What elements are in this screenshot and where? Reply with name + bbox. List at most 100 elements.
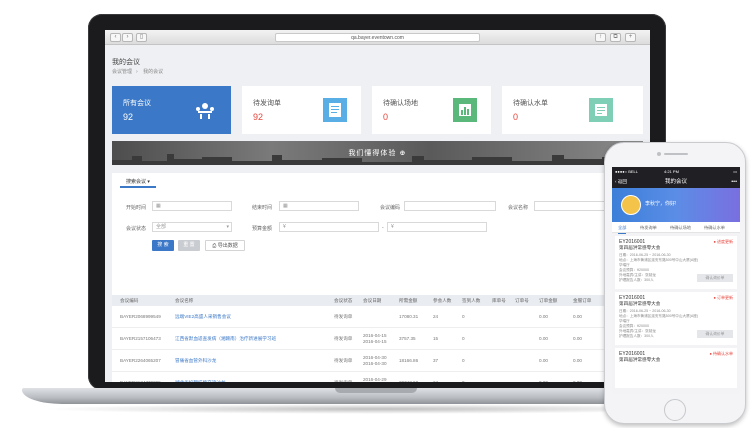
banner-slogan: 我们懂得体验 ⊕ xyxy=(348,149,407,157)
card-name: 第四届洪常感零大会 xyxy=(619,357,661,362)
start-time-input[interactable]: ▦ xyxy=(152,201,232,211)
cell-finance-order: 0.00 xyxy=(573,372,582,382)
cell-code: BAYER2264065207 xyxy=(120,358,161,363)
status-select[interactable]: 全部 ▾ xyxy=(152,222,232,232)
cell-name-link[interactable]: 湖北省护理技能交流沙龙 xyxy=(175,372,226,382)
status-bar: ●●●●○ BELL 4:21 PM ▭ xyxy=(612,167,740,176)
table-row[interactable]: BAYER2157106473 江西省默血适查发病（湘赣南）治疗新进展学习班 待… xyxy=(112,328,643,350)
document-icon xyxy=(323,98,347,122)
confirm-inquiry-button[interactable]: 确认询价单 xyxy=(697,274,733,282)
budget-min-input[interactable]: ¥ xyxy=(279,222,379,232)
tabs-icon[interactable]: ⧉ xyxy=(610,33,621,42)
stat-value: 0 xyxy=(383,112,389,122)
meeting-card[interactable]: EY2016001 ● 待确认水单 第四届洪常感零大会 xyxy=(615,348,737,388)
tab-all[interactable]: 全部 xyxy=(618,222,627,234)
share-icon[interactable]: ↑ xyxy=(595,33,606,42)
cell-amount: 20743.68 xyxy=(399,372,418,382)
cell-order-amount: 0.00 xyxy=(539,336,548,341)
tab-pending-bill[interactable]: 待确认水单 xyxy=(704,222,725,233)
breadcrumb: 会议管理 › 我的会议 xyxy=(112,69,164,75)
card-name: 第四届洪常感零大会 xyxy=(619,245,661,250)
stat-label: 待确认水单 xyxy=(513,100,548,107)
cell-amount: 17080.31 xyxy=(399,314,419,319)
card-name: 第四届洪常感零大会 xyxy=(619,301,661,306)
sidebar-icon[interactable]: ▯ xyxy=(136,33,147,42)
cell-order-amount: 0.00 xyxy=(539,314,548,319)
address-bar[interactable]: qa.bayer.eventown.com xyxy=(275,33,480,42)
column-header: 签到人数 xyxy=(462,298,481,303)
export-button[interactable]: ⎙ 导出数据 xyxy=(205,240,245,251)
status-label: 会议状态 xyxy=(126,226,147,232)
meeting-card[interactable]: EY2016001 ● 订单更新 第四届洪常感零大会 日期：2016-06-25… xyxy=(615,292,737,345)
cell-signed: 0 xyxy=(462,314,465,319)
back-icon[interactable]: ‹ xyxy=(110,33,121,42)
cell-people: 37 xyxy=(433,358,439,363)
more-icon[interactable]: ••• xyxy=(731,176,737,188)
cell-status: 待发询单 xyxy=(334,358,353,363)
meeting-card[interactable]: EY2016001 ● 进度更新 第四届洪常感零大会 日期：2016-06-25… xyxy=(615,236,737,289)
column-header: 参会人数 xyxy=(433,298,452,303)
carrier-text: ●●●●○ BELL xyxy=(615,169,638,174)
chevron-down-icon: ▾ xyxy=(226,224,229,230)
range-separator: - xyxy=(382,225,384,231)
stat-card-pending-venue[interactable]: 待确认场地 0 xyxy=(372,86,491,134)
confirm-inquiry-button[interactable]: 确认询价单 xyxy=(697,330,733,338)
table-row[interactable]: BAYER2134770095 湖北省护理技能交流沙龙 待发询单 2016-04… xyxy=(112,372,643,382)
product-mockup: ‹ › ▯ qa.bayer.eventown.com ↑ ⧉ + 我的会议 会… xyxy=(0,0,752,428)
column-header: 会议名称 xyxy=(175,298,194,303)
phone-device: ●●●●○ BELL 4:21 PM ▭ ‹ 返回 我的会议 ••• 李秋宁，你… xyxy=(604,142,746,424)
cell-finance-order: 0.00 xyxy=(573,358,582,363)
arrow-circle-icon[interactable]: ⊕ xyxy=(400,149,407,157)
browser-toolbar: ‹ › ▯ qa.bayer.eventown.com ↑ ⧉ + xyxy=(105,30,650,45)
cell-finance-order: 0.00 xyxy=(573,314,582,319)
cell-dates: 2016-04-292016-03-27 xyxy=(363,377,387,382)
stat-card-pending-bill[interactable]: 待确认水单 0 xyxy=(502,86,643,134)
cell-people: 24 xyxy=(433,372,438,382)
code-input[interactable] xyxy=(404,201,496,211)
phone-nav-bar: ‹ 返回 我的会议 ••• xyxy=(612,176,740,188)
card-status: ● 待确认水单 xyxy=(709,351,733,356)
stat-card-all[interactable]: 所有会议 92 xyxy=(112,86,231,134)
column-header: 订单金额 xyxy=(539,298,558,303)
cell-status: 待发询单 xyxy=(334,314,353,319)
home-button[interactable] xyxy=(664,399,686,421)
breadcrumb-item[interactable]: 我的会议 xyxy=(143,69,163,75)
name-label: 会议名称 xyxy=(508,205,529,211)
table-row[interactable]: BAYER2068999549 远端VIE2高盛人采销售会议 待发询单 1708… xyxy=(112,306,643,328)
avatar[interactable] xyxy=(621,195,641,215)
cell-status: 待发询单 xyxy=(334,372,352,382)
tab-search-meetings[interactable]: 搜索会议 ▾ xyxy=(120,176,156,188)
budget-max-input[interactable]: ¥ xyxy=(387,222,487,232)
column-header: 库单号 xyxy=(492,298,506,303)
cell-name-link[interactable]: 远端VIE2高盛人采销售会议 xyxy=(175,306,231,328)
reset-button[interactable]: 重 置 xyxy=(178,240,200,251)
add-tab-icon[interactable]: + xyxy=(625,33,636,42)
venue-chart-icon xyxy=(453,98,477,122)
end-time-input[interactable]: ▦ xyxy=(279,201,359,211)
cell-name-link[interactable]: 冒痛省血管外科沙龙 xyxy=(175,350,216,372)
speaker-grille xyxy=(664,153,688,155)
breadcrumb-item[interactable]: 会议管理 xyxy=(112,69,132,75)
receipt-icon xyxy=(589,98,613,122)
search-button[interactable]: 搜 索 xyxy=(152,240,174,251)
profile-header: 李秋宁，你好! xyxy=(612,188,740,222)
cell-code: BAYER2157106473 xyxy=(120,336,161,341)
card-details: 日期：2016-06-25 ~ 2016-06-30 地点：上海市黄浦区延安东路5… xyxy=(619,253,699,282)
greeting-text: 李秋宁，你好! xyxy=(645,201,677,207)
stat-card-pending-inquiry[interactable]: 待发询单 92 xyxy=(242,86,361,134)
cell-name-link[interactable]: 江西省默血适查发病（湘赣南）治疗新进展学习班 xyxy=(175,328,276,350)
phone-title: 我的会议 xyxy=(664,179,687,185)
column-header: 金服订单 xyxy=(573,298,592,303)
phone-screen: ●●●●○ BELL 4:21 PM ▭ ‹ 返回 我的会议 ••• 李秋宁，你… xyxy=(612,167,740,394)
stat-value: 92 xyxy=(253,112,264,122)
table-row[interactable]: BAYER2264065207 冒痛省血管外科沙龙 待发询单 2016-04-3… xyxy=(112,350,643,372)
tab-pending-venue[interactable]: 待确认场地 xyxy=(670,222,691,233)
cell-finance-order: 0.00 xyxy=(573,336,582,341)
forward-icon[interactable]: › xyxy=(122,33,133,42)
cell-signed: 0 xyxy=(462,358,465,363)
camera-icon xyxy=(657,152,661,156)
tab-pending-inquiry[interactable]: 待发询单 xyxy=(640,222,657,233)
card-status: ● 订单更新 xyxy=(713,295,733,300)
battery-icon: ▭ xyxy=(733,169,737,174)
print-icon: ⎙ xyxy=(212,243,217,249)
